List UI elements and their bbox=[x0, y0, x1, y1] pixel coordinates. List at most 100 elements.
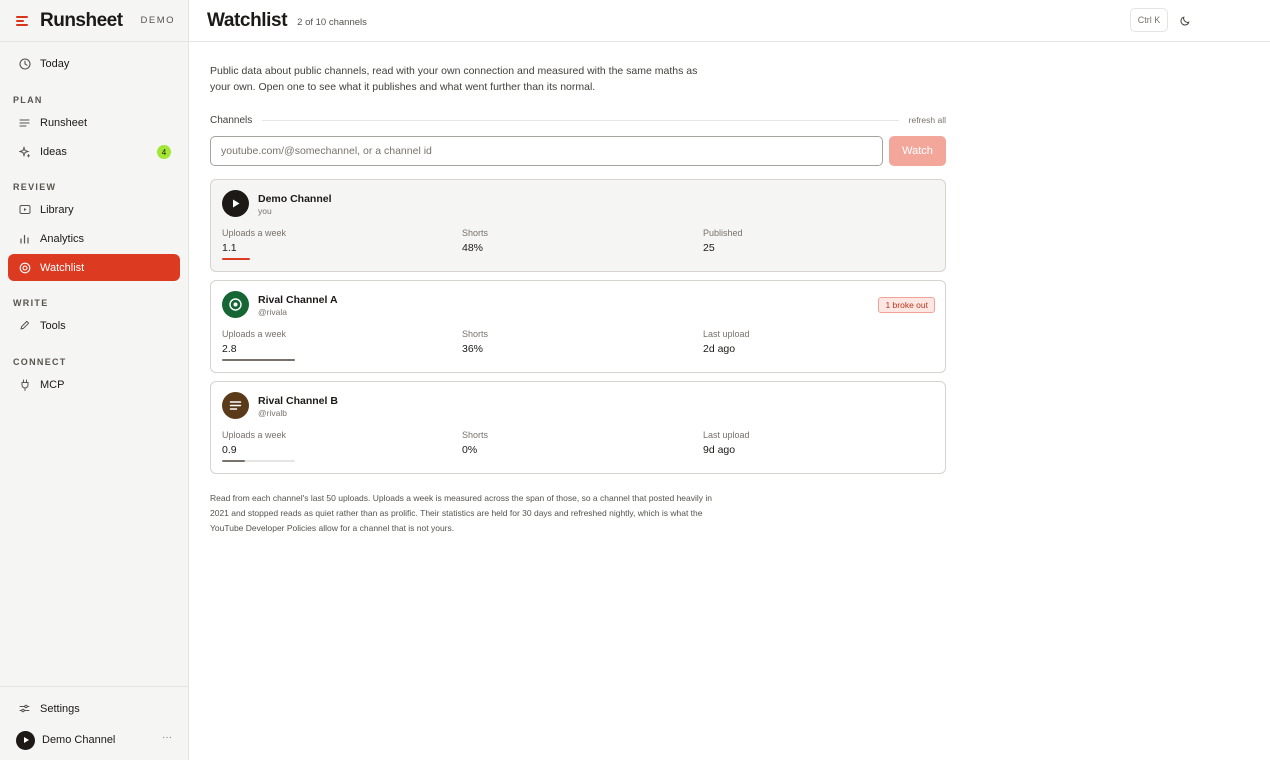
channel-handle: @rivala bbox=[258, 307, 287, 317]
divider bbox=[262, 119, 899, 121]
sidebar-footer: Settings Demo Channel ··· bbox=[0, 686, 188, 760]
stat-uploads: Uploads a week 2.8 bbox=[222, 329, 286, 355]
channel-name: Demo Channel bbox=[258, 193, 332, 205]
footnote: Read from each channel's last 50 uploads… bbox=[210, 493, 713, 533]
channels-label: Channels bbox=[210, 114, 253, 126]
bar-chart-icon bbox=[18, 232, 31, 245]
brand-bar: Runsheet DEMO bbox=[0, 0, 188, 42]
channel-count: 2 of 10 channels bbox=[297, 17, 367, 28]
sidebar-item-label: Analytics bbox=[40, 232, 85, 245]
sidebar-item-tools[interactable]: Tools bbox=[8, 312, 180, 339]
moon-icon[interactable] bbox=[1177, 12, 1194, 29]
command-palette-button[interactable]: Ctrl K bbox=[1130, 8, 1168, 32]
stat-shorts: Shorts 36% bbox=[462, 329, 488, 355]
lines-icon bbox=[18, 116, 31, 129]
stat-label: Uploads a week bbox=[222, 430, 287, 440]
stat-value: 0% bbox=[462, 444, 478, 456]
video-box-icon bbox=[18, 203, 31, 216]
channel-card[interactable]: Rival Channel A @rivala 1 broke out Uplo… bbox=[210, 280, 946, 373]
plug-icon bbox=[18, 378, 31, 391]
page-header: Watchlist 2 of 10 channels Ctrl K bbox=[189, 0, 1270, 42]
stat-label: Published bbox=[703, 228, 743, 238]
stat-label: Shorts bbox=[462, 430, 489, 440]
stat-value: 2.8 bbox=[222, 343, 237, 355]
channel-name: Rival Channel B bbox=[258, 395, 338, 407]
sidebar-item-today[interactable]: Today bbox=[8, 50, 180, 77]
stat-uploads: Uploads a week 0.9 bbox=[222, 430, 286, 456]
stat-last-upload: Last upload 9d ago bbox=[703, 430, 750, 456]
channel-handle: you bbox=[258, 206, 272, 216]
sidebar-item-watchlist[interactable]: Watchlist bbox=[8, 254, 180, 281]
stat-value: 25 bbox=[703, 242, 715, 254]
avatar bbox=[222, 392, 249, 419]
uploads-bar-fill bbox=[222, 258, 250, 260]
target-icon bbox=[229, 298, 242, 311]
uploads-bar bbox=[222, 359, 295, 361]
channel-handle: @rivalb bbox=[258, 408, 287, 418]
stat-label: Uploads a week bbox=[222, 329, 287, 339]
stat-value: 36% bbox=[462, 343, 484, 355]
channel-name: Rival Channel A bbox=[258, 294, 338, 306]
section-connect: CONNECT bbox=[13, 357, 67, 367]
stat-label: Shorts bbox=[462, 329, 489, 339]
watch-button[interactable]: Watch bbox=[889, 136, 946, 166]
play-icon bbox=[233, 199, 240, 208]
sidebar: Runsheet DEMO Today PLAN Runsheet Ideas … bbox=[0, 0, 189, 760]
stat-published: Published 25 bbox=[703, 228, 743, 254]
refresh-all-link[interactable]: refresh all bbox=[909, 115, 946, 125]
sidebar-item-label: MCP bbox=[40, 378, 65, 391]
channel-card[interactable]: Demo Channel you Uploads a week 1.1 Shor… bbox=[210, 179, 946, 272]
channel-card[interactable]: Rival Channel B @rivalb Uploads a week 0… bbox=[210, 381, 946, 474]
stat-label: Last upload bbox=[703, 329, 750, 339]
uploads-bar-fill bbox=[222, 359, 295, 361]
section-plan: PLAN bbox=[13, 95, 43, 105]
uploads-bar-fill bbox=[222, 460, 246, 462]
avatar bbox=[222, 291, 249, 318]
sidebar-item-library[interactable]: Library bbox=[8, 196, 180, 223]
stat-label: Uploads a week bbox=[222, 228, 287, 238]
pencil-icon bbox=[18, 319, 31, 332]
sidebar-item-analytics[interactable]: Analytics bbox=[8, 225, 180, 252]
stat-label: Last upload bbox=[703, 430, 750, 440]
avatar bbox=[222, 190, 249, 217]
page-title: Watchlist bbox=[207, 9, 288, 31]
ideas-count-badge: 4 bbox=[157, 145, 171, 159]
stat-shorts: Shorts 48% bbox=[462, 228, 488, 254]
sidebar-item-runsheet[interactable]: Runsheet bbox=[8, 109, 180, 136]
sidebar-item-ideas[interactable]: Ideas 4 bbox=[8, 138, 180, 165]
sparkle-icon bbox=[18, 145, 31, 158]
clock-icon bbox=[18, 57, 31, 70]
sidebar-item-label: Today bbox=[40, 57, 70, 70]
menu-icon[interactable] bbox=[16, 15, 28, 26]
sidebar-item-label: Runsheet bbox=[40, 116, 88, 129]
uploads-bar bbox=[222, 258, 295, 260]
stat-last-upload: Last upload 2d ago bbox=[703, 329, 750, 355]
stat-uploads: Uploads a week 1.1 bbox=[222, 228, 286, 254]
sidebar-item-settings[interactable]: Settings bbox=[8, 695, 180, 722]
user-name: Demo Channel bbox=[42, 734, 116, 746]
avatar bbox=[16, 730, 35, 750]
demo-badge: DEMO bbox=[140, 15, 175, 26]
app-name[interactable]: Runsheet bbox=[40, 10, 141, 32]
sidebar-item-label: Settings bbox=[40, 702, 80, 715]
sidebar-item-mcp[interactable]: MCP bbox=[8, 371, 180, 398]
sidebar-item-label: Ideas bbox=[40, 145, 67, 158]
section-review: REVIEW bbox=[13, 182, 57, 192]
user-menu[interactable]: Demo Channel ··· bbox=[16, 730, 176, 750]
stat-value: 9d ago bbox=[703, 444, 736, 456]
stat-value: 2d ago bbox=[703, 343, 736, 355]
intro-text: Public data about public channels, read … bbox=[210, 65, 698, 93]
breakout-badge[interactable]: 1 broke out bbox=[878, 297, 935, 313]
sidebar-item-label: Watchlist bbox=[40, 261, 85, 274]
more-icon[interactable]: ··· bbox=[162, 732, 172, 743]
channel-search-input[interactable] bbox=[210, 136, 883, 166]
lines-icon bbox=[229, 401, 242, 410]
target-icon bbox=[18, 261, 31, 274]
sidebar-item-label: Tools bbox=[40, 319, 66, 332]
stat-label: Shorts bbox=[462, 228, 489, 238]
uploads-bar bbox=[222, 460, 295, 462]
channels-header: Channels refresh all bbox=[210, 113, 946, 127]
stat-value: 1.1 bbox=[222, 242, 237, 254]
sidebar-item-label: Library bbox=[40, 203, 74, 216]
section-write: WRITE bbox=[13, 298, 49, 308]
